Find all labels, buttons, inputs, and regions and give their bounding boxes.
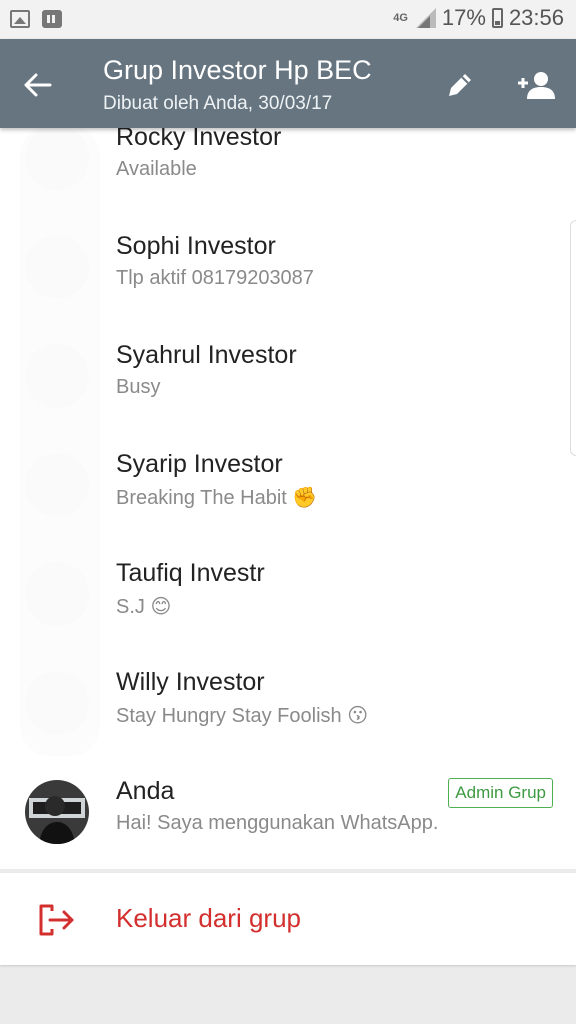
- participant-status: Busy: [116, 376, 161, 398]
- edit-button[interactable]: [440, 65, 480, 105]
- group-title[interactable]: Grup Investor Hp BEC: [103, 55, 372, 86]
- group-info-content[interactable]: Rocky Investor Available Sophi Investor …: [0, 128, 576, 1024]
- participant-row[interactable]: Taufiq Investr S.J 😊: [0, 542, 576, 651]
- notification-icons: [10, 10, 62, 28]
- participant-name: Taufiq Investr: [116, 559, 265, 587]
- avatar: [25, 128, 89, 190]
- back-button[interactable]: [18, 65, 58, 105]
- group-subtitle: Dibuat oleh Anda, 30/03/17: [103, 93, 333, 114]
- status-text: S.J: [116, 596, 145, 618]
- participant-row-self[interactable]: Anda Admin Grup Hai! Saya menggunakan Wh…: [0, 760, 576, 869]
- exit-icon: [39, 904, 74, 936]
- participant-status: S.J 😊: [116, 594, 171, 619]
- app-bar: Grup Investor Hp BEC Dibuat oleh Anda, 3…: [0, 39, 576, 128]
- bbm-notification-icon: [42, 10, 62, 28]
- participant-name: Anda: [116, 777, 175, 805]
- participant-name: Syarip Investor: [116, 450, 283, 478]
- participant-status: Breaking The Habit ✊: [116, 485, 317, 510]
- clock: 23:56: [508, 5, 564, 30]
- avatar: [25, 453, 89, 517]
- participant-row[interactable]: Syarip Investor Breaking The Habit ✊: [0, 433, 576, 542]
- kissing-face-emoji-icon: 😗: [347, 703, 369, 727]
- participant-status: Hai! Saya menggunakan WhatsApp.: [116, 812, 439, 834]
- status-text: Breaking The Habit: [116, 487, 287, 509]
- scrollbar[interactable]: [570, 220, 576, 456]
- participant-row[interactable]: Syahrul Investor Busy: [0, 324, 576, 433]
- participant-status: Available: [116, 158, 197, 180]
- exit-group-button[interactable]: Keluar dari grup: [0, 873, 576, 965]
- participant-row[interactable]: Sophi Investor Tlp aktif 08179203087: [0, 215, 576, 324]
- participant-list: Rocky Investor Available Sophi Investor …: [0, 128, 576, 869]
- network-type: 4G: [393, 12, 408, 24]
- profile-photo: [25, 780, 89, 844]
- battery-percent: 17%: [441, 5, 486, 30]
- avatar: [25, 344, 89, 408]
- gallery-notification-icon: [10, 10, 30, 28]
- participant-status: Tlp aktif 08179203087: [116, 267, 314, 289]
- pencil-icon: [449, 74, 471, 96]
- status-bar: 4G 17% 23:56: [0, 0, 576, 39]
- participant-name: Rocky Investor: [116, 128, 282, 151]
- participant-name: Willy Investor: [116, 668, 265, 696]
- add-participant-button[interactable]: [514, 65, 558, 105]
- admin-badge: Admin Grup: [448, 778, 553, 808]
- add-person-icon: [518, 72, 555, 99]
- smiling-face-emoji-icon: 😊: [150, 594, 172, 618]
- participant-row[interactable]: Rocky Investor Available: [0, 128, 576, 215]
- arrow-left-icon: [24, 73, 52, 97]
- status-text: Stay Hungry Stay Foolish: [116, 705, 342, 727]
- participant-name: Sophi Investor: [116, 232, 276, 260]
- battery-icon: [491, 8, 503, 28]
- participant-status: Stay Hungry Stay Foolish 😗: [116, 703, 368, 728]
- exit-group-label: Keluar dari grup: [116, 903, 301, 933]
- fist-emoji-icon: ✊: [292, 485, 318, 509]
- avatar: [25, 780, 89, 844]
- avatar: [25, 235, 89, 299]
- system-status: 4G 17% 23:56: [393, 5, 564, 31]
- avatar: [25, 671, 89, 735]
- participant-row[interactable]: Willy Investor Stay Hungry Stay Foolish …: [0, 651, 576, 760]
- avatar: [25, 562, 89, 626]
- signal-icon: [414, 8, 436, 28]
- participant-name: Syahrul Investor: [116, 341, 297, 369]
